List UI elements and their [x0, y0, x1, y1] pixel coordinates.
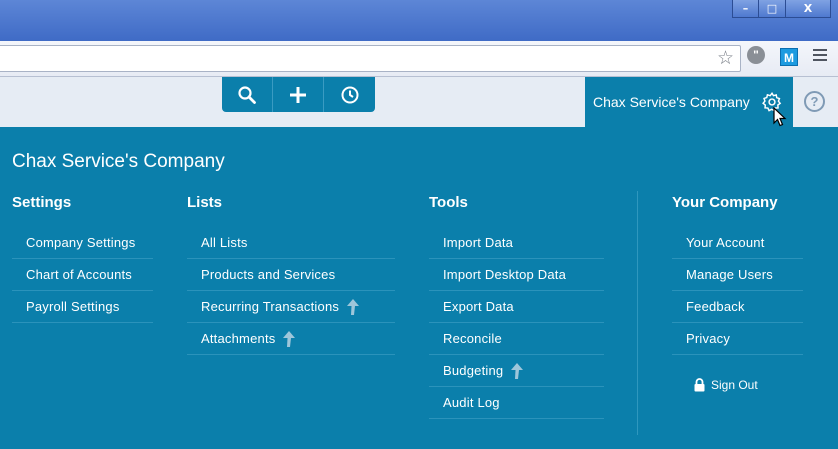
browser-menu-icon[interactable] [813, 49, 827, 64]
menu-item-label: Your Account [686, 234, 765, 250]
menu-item-your-account[interactable]: Your Account [672, 227, 803, 259]
menu-item-reconcile[interactable]: Reconcile [429, 323, 604, 355]
recent-transactions-button[interactable] [324, 77, 375, 112]
panel-title: Chax Service's Company [12, 151, 225, 172]
mouse-cursor-icon [773, 107, 787, 127]
create-button[interactable] [273, 77, 324, 112]
up-arrow-icon [347, 298, 360, 315]
sign-out-label: Sign Out [711, 378, 758, 392]
menu-item-budgeting[interactable]: Budgeting [429, 355, 604, 387]
company-name: Chax Service's Company [593, 94, 750, 110]
settings-column: Settings Company Settings Chart of Accou… [12, 193, 153, 323]
window-title-bar: – □ X [0, 0, 838, 41]
menu-item-privacy[interactable]: Privacy [672, 323, 803, 355]
company-gear-menu[interactable]: Chax Service's Company [585, 77, 793, 127]
company-settings-panel: Chax Service's Company Settings Company … [0, 127, 838, 449]
menu-item-label: Feedback [686, 298, 745, 314]
sign-out-link[interactable]: Sign Out [694, 378, 758, 392]
close-button[interactable]: X [786, 0, 831, 18]
menu-item-import-data[interactable]: Import Data [429, 227, 604, 259]
menu-item-label: Privacy [686, 330, 731, 346]
menu-item-manage-users[interactable]: Manage Users [672, 259, 803, 291]
extension-quote-icon[interactable]: " [747, 46, 765, 64]
menu-item-label: Manage Users [686, 266, 773, 282]
menu-item-label: Products and Services [201, 266, 336, 282]
app-header: Chax Service's Company [0, 77, 838, 127]
lists-heading: Lists [187, 194, 223, 211]
menu-item-payroll-settings[interactable]: Payroll Settings [12, 291, 153, 323]
menu-item-audit-log[interactable]: Audit Log [429, 387, 604, 419]
menu-item-label: Import Desktop Data [443, 266, 567, 282]
menu-item-label: Export Data [443, 298, 514, 314]
help-button[interactable]: ? [804, 91, 825, 112]
menu-item-label: Budgeting [443, 362, 504, 378]
menu-item-recurring-transactions[interactable]: Recurring Transactions [187, 291, 395, 323]
up-arrow-icon [511, 362, 524, 379]
lists-column: Lists All Lists Products and Services Re… [187, 193, 395, 355]
menu-item-label: Reconcile [443, 330, 502, 346]
menu-item-label: All Lists [201, 234, 248, 250]
menu-item-all-lists[interactable]: All Lists [187, 227, 395, 259]
menu-item-label: Recurring Transactions [201, 298, 340, 314]
your-company-heading: Your Company [672, 194, 778, 211]
menu-item-label: Audit Log [443, 394, 500, 410]
search-icon [238, 85, 256, 104]
settings-heading: Settings [12, 194, 72, 211]
address-bar[interactable]: ☆ [0, 45, 741, 72]
menu-item-attachments[interactable]: Attachments [187, 323, 395, 355]
search-button[interactable] [222, 77, 273, 112]
extension-m-icon[interactable]: M [780, 48, 798, 66]
menu-item-feedback[interactable]: Feedback [672, 291, 803, 323]
bookmark-star-icon[interactable]: ☆ [717, 48, 734, 70]
up-arrow-icon [283, 330, 296, 347]
quick-actions [222, 77, 375, 112]
menu-item-export-data[interactable]: Export Data [429, 291, 604, 323]
menu-item-label: Attachments [201, 330, 276, 346]
menu-item-products-and-services[interactable]: Products and Services [187, 259, 395, 291]
column-divider [637, 191, 638, 435]
tools-column: Tools Import Data Import Desktop Data Ex… [429, 193, 604, 419]
window-controls: – □ X [732, 0, 831, 18]
menu-item-company-settings[interactable]: Company Settings [12, 227, 153, 259]
minimize-button[interactable]: – [732, 0, 759, 18]
clock-icon [341, 86, 358, 103]
menu-item-import-desktop-data[interactable]: Import Desktop Data [429, 259, 604, 291]
tools-heading: Tools [429, 194, 468, 211]
plus-icon [290, 86, 306, 103]
lock-icon [694, 378, 705, 392]
menu-item-chart-of-accounts[interactable]: Chart of Accounts [12, 259, 153, 291]
menu-item-label: Import Data [443, 234, 514, 250]
browser-toolbar: ☆ [0, 41, 838, 77]
your-company-column: Your Company Your Account Manage Users F… [672, 193, 803, 355]
maximize-button[interactable]: □ [759, 0, 786, 18]
